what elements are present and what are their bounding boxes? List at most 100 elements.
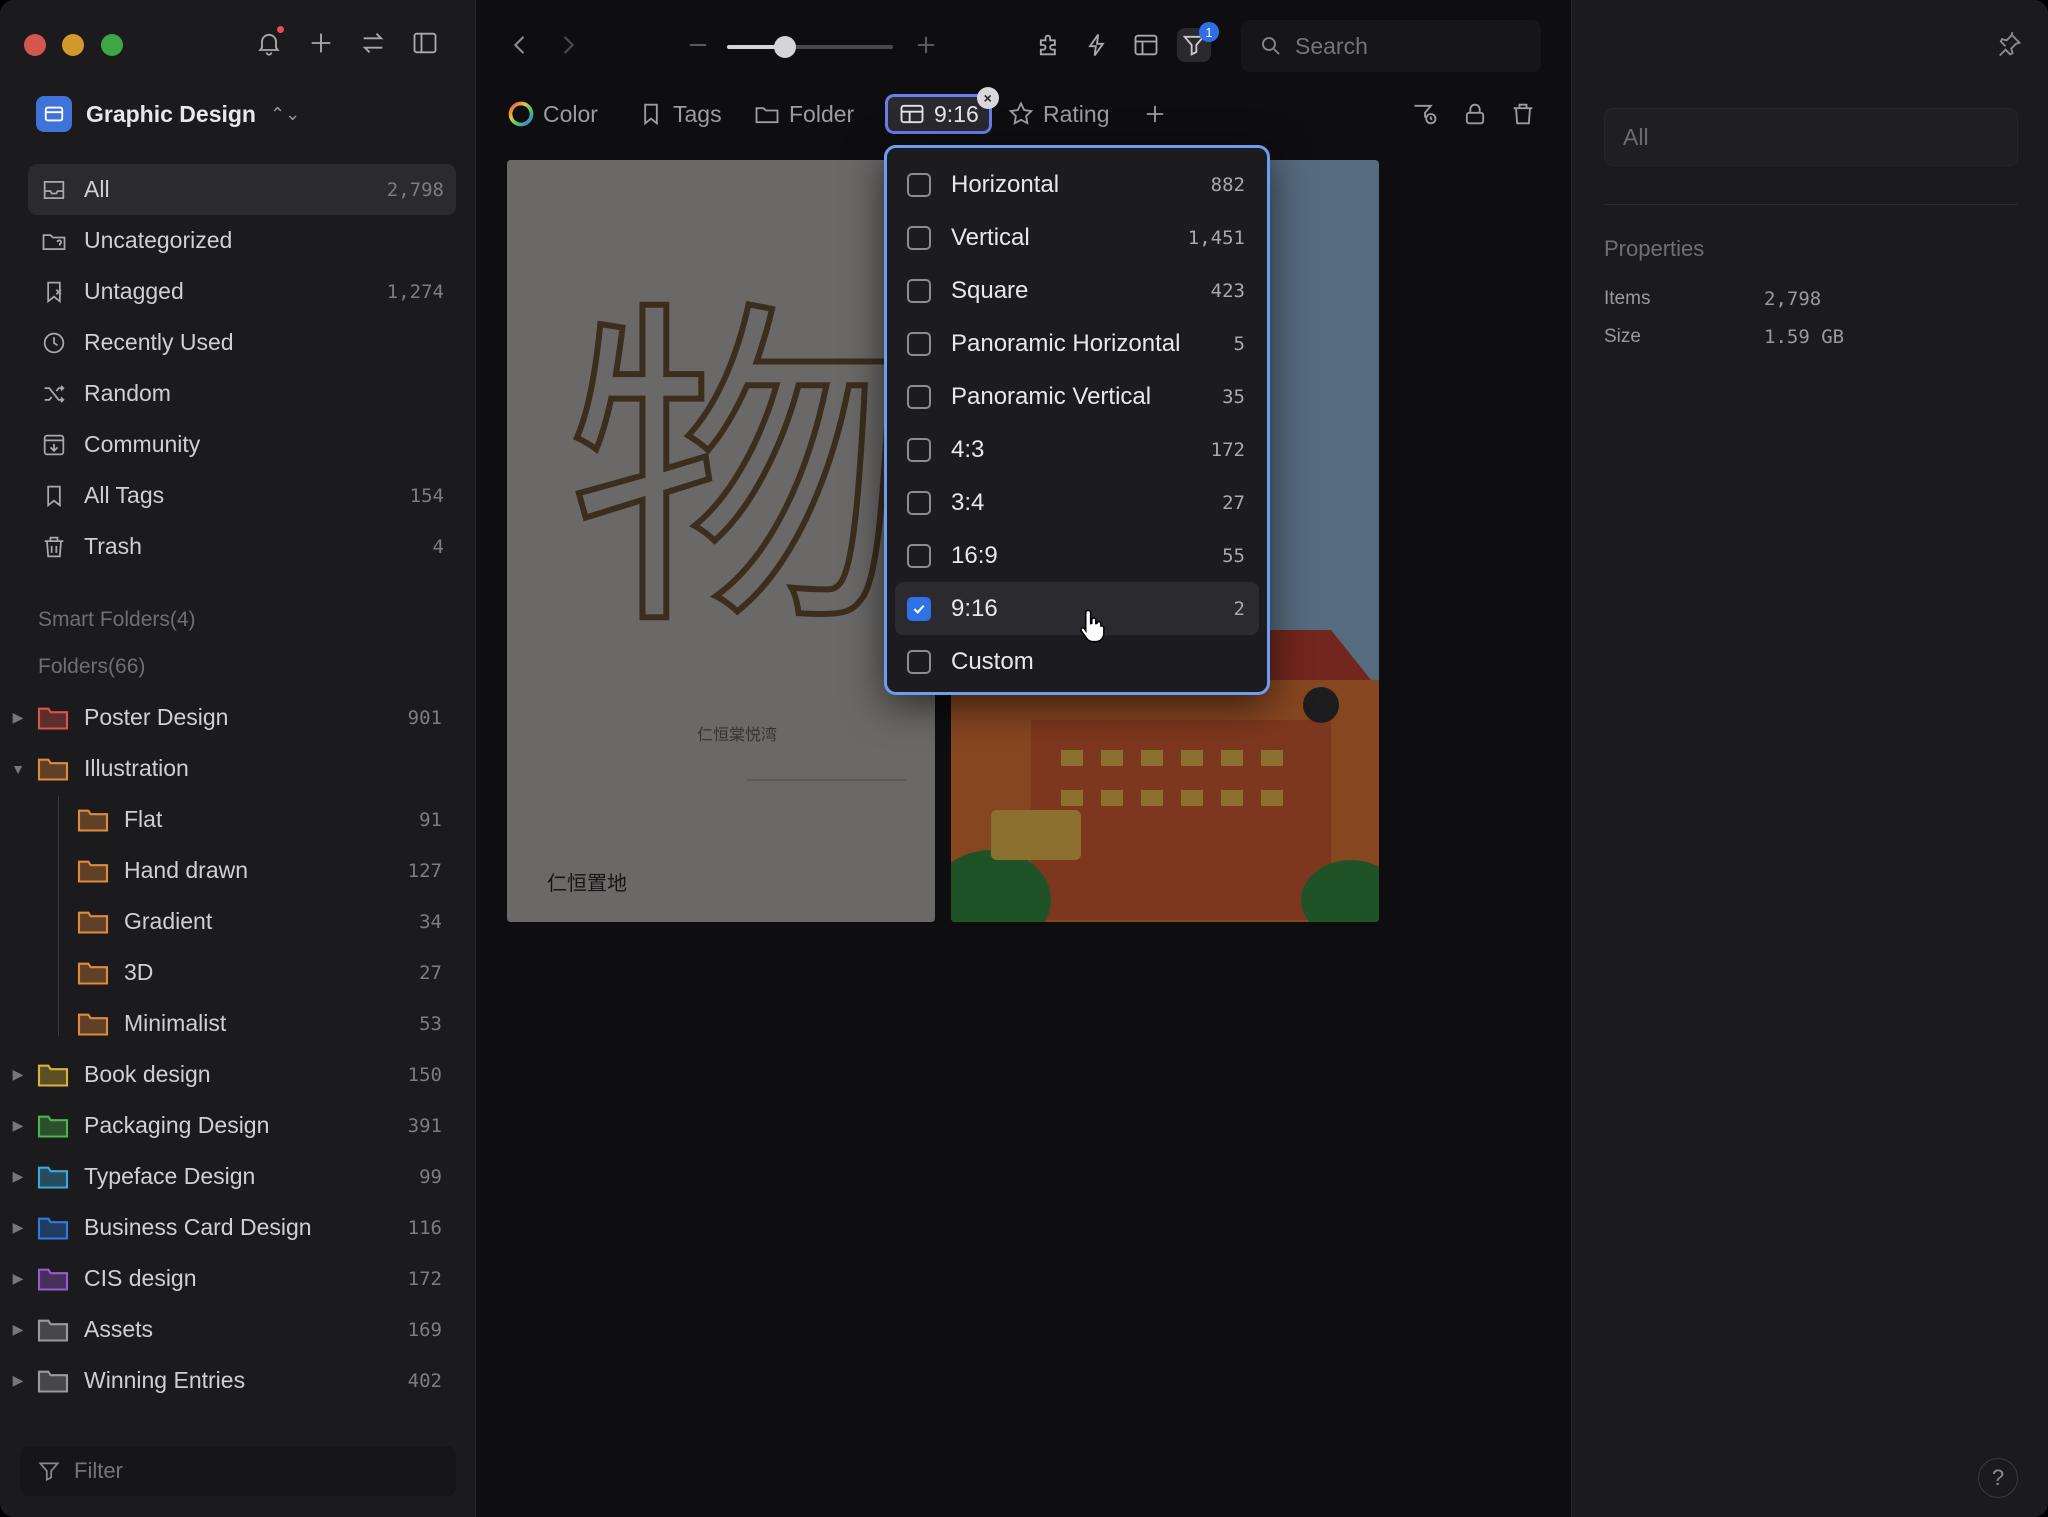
checkbox[interactable]: [907, 596, 931, 621]
sidebar-item-community[interactable]: Community: [28, 419, 456, 470]
triangle-right-icon[interactable]: ▶: [0, 1066, 36, 1083]
zoom-slider-knob[interactable]: [774, 36, 797, 58]
triangle-right-icon[interactable]: ▶: [0, 1219, 36, 1236]
folder-item-winning-entries[interactable]: ▶ Winning Entries 402: [0, 1355, 476, 1406]
triangle-down-icon[interactable]: ▼: [0, 761, 36, 777]
notification-dot: [277, 26, 284, 33]
tag-filter-input[interactable]: All: [1604, 108, 2018, 166]
minimize-window-button[interactable]: [62, 34, 84, 56]
ratio-option-horizontal[interactable]: Horizontal 882: [895, 158, 1259, 211]
checkbox[interactable]: [907, 490, 931, 515]
ratio-option-3-4[interactable]: 3:4 27: [895, 476, 1259, 529]
sidebar-filter[interactable]: [20, 1446, 456, 1496]
sidebar-toggle-icon[interactable]: [410, 26, 440, 60]
folder-item-hand-drawn[interactable]: Hand drawn 127: [0, 845, 476, 896]
folder-item-assets[interactable]: ▶ Assets 169: [0, 1304, 476, 1355]
folders-header[interactable]: Folders(66): [38, 655, 145, 679]
folder-count: 169: [407, 1318, 442, 1341]
folder-filter-label: Folder: [789, 100, 855, 127]
clear-filters-button[interactable]: [1509, 94, 1537, 134]
ratio-option-16-9[interactable]: 16:9 55: [895, 529, 1259, 582]
layout-button[interactable]: [1129, 28, 1163, 62]
folder-item-3d[interactable]: 3D 27: [0, 947, 476, 998]
checkbox[interactable]: [907, 543, 931, 568]
ratio-option-panoramic-vertical[interactable]: Panoramic Vertical 35: [895, 370, 1259, 423]
extensions-button[interactable]: [1032, 28, 1066, 62]
ratio-option-vertical[interactable]: Vertical 1,451: [895, 211, 1259, 264]
checkbox[interactable]: [907, 278, 931, 303]
zoom-slider[interactable]: [727, 36, 893, 58]
sidebar-item-recently-used[interactable]: Recently Used: [28, 317, 456, 368]
folder-item-illustration[interactable]: ▼ Illustration: [0, 743, 476, 794]
sidebar-item-uncategorized[interactable]: Uncategorized: [28, 215, 456, 266]
checkbox[interactable]: [907, 384, 931, 409]
sidebar-item-untagged[interactable]: Untagged 1,274: [28, 266, 456, 317]
notification-bell-icon[interactable]: [254, 26, 284, 60]
ratio-option-custom[interactable]: Custom: [895, 635, 1259, 688]
triangle-right-icon[interactable]: ▶: [0, 709, 36, 726]
checkbox[interactable]: [907, 649, 931, 674]
ratio-option-4-3[interactable]: 4:3 172: [895, 423, 1259, 476]
library-switcher[interactable]: Graphic Design ⌃⌄: [36, 96, 300, 132]
search-input[interactable]: [1295, 32, 1495, 60]
zoom-in-button[interactable]: [909, 28, 943, 62]
search-box[interactable]: [1241, 20, 1541, 72]
lock-filter-button[interactable]: [1461, 94, 1489, 134]
triangle-right-icon[interactable]: ▶: [0, 1270, 36, 1287]
folder-item-book-design[interactable]: ▶ Book design 150: [0, 1049, 476, 1100]
checkbox[interactable]: [907, 437, 931, 462]
triangle-right-icon[interactable]: ▶: [0, 1168, 36, 1185]
swap-icon[interactable]: [358, 26, 388, 60]
rating-filter-chip[interactable]: Rating: [1007, 94, 1109, 134]
clear-ratio-filter-button[interactable]: ×: [976, 87, 999, 109]
sidebar-filter-input[interactable]: [74, 1458, 434, 1484]
zoom-window-button[interactable]: [101, 34, 123, 56]
checkbox[interactable]: [907, 331, 931, 356]
ratio-option-panoramic-horizontal[interactable]: Panoramic Horizontal 5: [895, 317, 1259, 370]
folder-icon: [37, 1370, 69, 1393]
ratio-option-9-16[interactable]: 9:16 2: [895, 582, 1259, 635]
forward-button[interactable]: [551, 28, 585, 62]
triangle-right-icon[interactable]: ▶: [0, 1321, 36, 1338]
checkbox[interactable]: [907, 172, 931, 197]
triangle-right-icon[interactable]: ▶: [0, 1117, 36, 1134]
sidebar-item-trash[interactable]: Trash 4: [28, 521, 456, 572]
tags-filter-chip[interactable]: Tags: [637, 94, 722, 134]
add-filter-button[interactable]: [1141, 94, 1169, 134]
actions-button[interactable]: [1080, 28, 1114, 62]
smart-folders-header[interactable]: Smart Folders(4): [38, 608, 196, 632]
back-button[interactable]: [503, 28, 537, 62]
folder-item-minimalist[interactable]: Minimalist 53: [0, 998, 476, 1049]
folder-item-flat[interactable]: Flat 91: [0, 794, 476, 845]
folder-item-packaging-design[interactable]: ▶ Packaging Design 391: [0, 1100, 476, 1151]
folder-item-poster-design[interactable]: ▶ Poster Design 901: [0, 692, 476, 743]
ratio-option-square[interactable]: Square 423: [895, 264, 1259, 317]
help-button[interactable]: ?: [1978, 1458, 2018, 1498]
inbox-icon: [38, 174, 70, 206]
filter-settings-button[interactable]: [1411, 94, 1439, 134]
close-window-button[interactable]: [24, 34, 46, 56]
folder-item-typeface-design[interactable]: ▶ Typeface Design 99: [0, 1151, 476, 1202]
ratio-option-label: 4:3: [951, 435, 985, 463]
folder-item-cis-design[interactable]: ▶ CIS design 172: [0, 1253, 476, 1304]
sidebar-item-random[interactable]: Random: [28, 368, 456, 419]
triangle-right-icon[interactable]: ▶: [0, 1372, 36, 1389]
sidebar-item-count: 2,798: [386, 178, 444, 201]
svg-text:仁恒置地: 仁恒置地: [547, 871, 627, 895]
size-value: 1.59 GB: [1764, 326, 1845, 348]
sidebar-item-all[interactable]: All 2,798: [28, 164, 456, 215]
layout-icon: [1134, 34, 1158, 56]
folder-filter-chip[interactable]: Folder: [753, 94, 854, 134]
ratio-filter-chip[interactable]: 9:16 ×: [885, 87, 999, 134]
checkbox[interactable]: [907, 225, 931, 250]
filter-toggle-button[interactable]: 1: [1177, 22, 1219, 62]
folder-item-business-card-design[interactable]: ▶ Business Card Design 116: [0, 1202, 476, 1253]
zoom-out-button[interactable]: [681, 28, 715, 62]
color-filter-chip[interactable]: Color: [507, 94, 598, 134]
pin-button[interactable]: [1992, 28, 2026, 62]
sidebar-item-all-tags[interactable]: All Tags 154: [28, 470, 456, 521]
folder-item-gradient[interactable]: Gradient 34: [0, 896, 476, 947]
folder-label: Winning Entries: [84, 1367, 246, 1393]
thumbnail-poster-1[interactable]: 物 仁恒棠悦湾 仁恒置地: [507, 160, 935, 922]
add-icon[interactable]: [306, 26, 336, 60]
